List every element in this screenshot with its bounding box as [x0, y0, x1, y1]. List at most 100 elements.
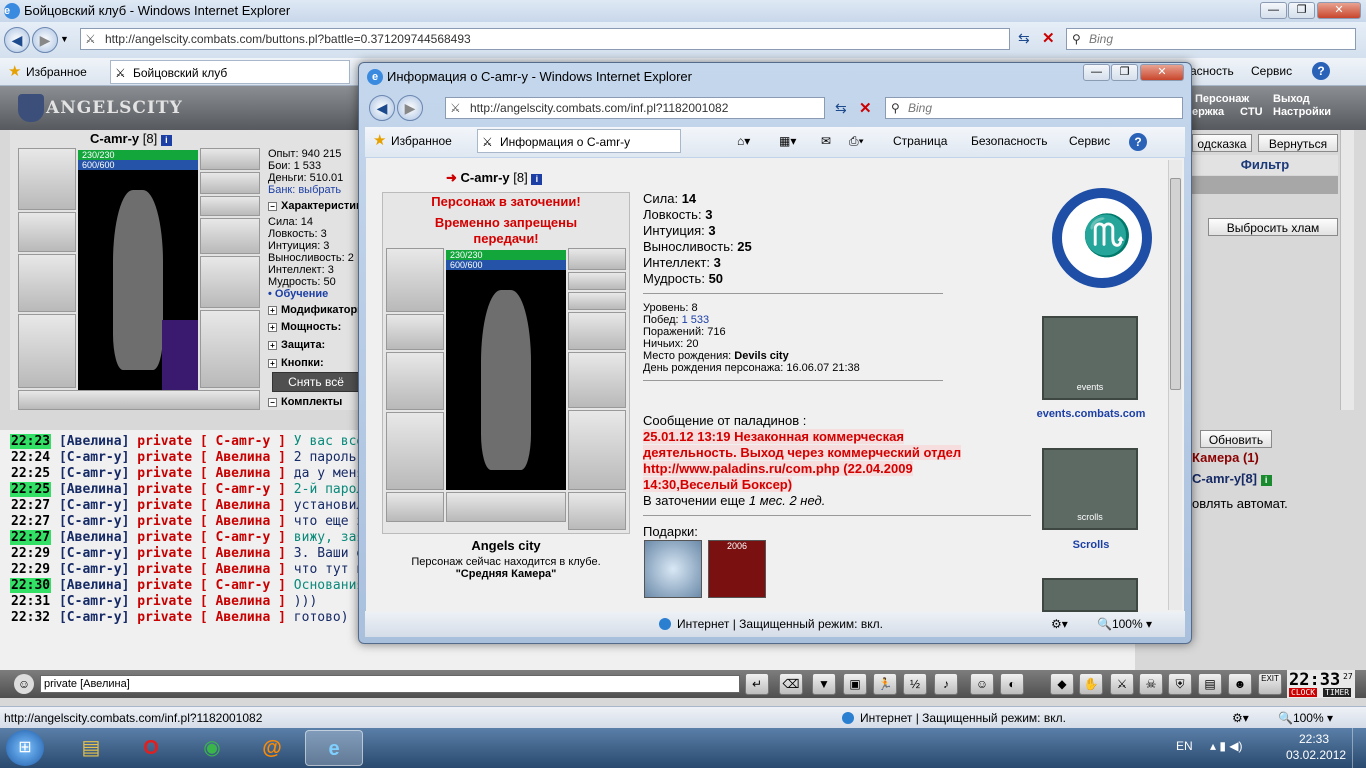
slot-shield[interactable]: [200, 256, 260, 308]
link-character[interactable]: Персонаж: [1195, 93, 1249, 105]
slot-helmet[interactable]: [386, 248, 444, 312]
chat-private-target[interactable]: private [ Авелина ]: [137, 562, 286, 577]
return-button[interactable]: Вернуться: [1258, 134, 1338, 152]
menu-page[interactable]: Страница: [893, 134, 947, 148]
chat-private-target[interactable]: private [ Авелина ]: [137, 514, 286, 529]
popup-search-input[interactable]: ⚲ Bing: [885, 97, 1183, 119]
chat-private-target[interactable]: private [ Авелина ]: [137, 546, 286, 561]
glove-icon[interactable]: ✋: [1079, 673, 1103, 695]
eraser-icon[interactable]: ⌫: [779, 673, 803, 695]
link-exit[interactable]: Выход: [1273, 93, 1310, 105]
music-icon[interactable]: ♪: [934, 673, 958, 695]
chat-private-target[interactable]: private [ Авелина ]: [137, 450, 286, 465]
section-sets[interactable]: − Комплекты: [268, 396, 342, 408]
chat-mode-icon[interactable]: ☺: [14, 674, 34, 694]
events-link[interactable]: events.combats.com: [1026, 408, 1156, 420]
mail-app-icon[interactable]: @: [243, 730, 301, 766]
home-icon[interactable]: ⌂▾: [737, 134, 750, 148]
slot-boots[interactable]: [568, 492, 626, 530]
chat-private-target[interactable]: private [ Авелина ]: [137, 498, 286, 513]
exit-icon[interactable]: EXIT: [1258, 673, 1282, 695]
opera-app-icon[interactable]: O: [122, 730, 180, 766]
gift-icon[interactable]: ▤: [1198, 673, 1222, 695]
slot-belt[interactable]: [386, 492, 444, 522]
slot-weapon[interactable]: [18, 254, 76, 312]
info-icon[interactable]: i: [160, 135, 172, 146]
friends-icon[interactable]: ☻: [1228, 673, 1252, 695]
menu-service[interactable]: Сервис: [1251, 64, 1292, 78]
chat-private-target[interactable]: private [ C-amr-y ]: [137, 578, 286, 593]
slot-armor[interactable]: [18, 314, 76, 388]
help-icon[interactable]: ?: [1129, 133, 1147, 151]
section-buttons[interactable]: + Кнопки:: [268, 357, 324, 369]
print-icon[interactable]: ⎙▾: [849, 134, 864, 149]
chat-private-target[interactable]: private [ C-amr-y ]: [137, 482, 286, 497]
paladin-msg3[interactable]: http://www.paladins.ru/com.php (22.04.20…: [643, 461, 913, 476]
popup-minimize-button[interactable]: —: [1083, 64, 1110, 81]
chat-sender[interactable]: [C-amr-y]: [59, 546, 129, 561]
back-button[interactable]: ◀: [4, 27, 30, 53]
chat-sender[interactable]: [Авелина]: [59, 482, 129, 497]
scrollbar[interactable]: [1340, 130, 1354, 410]
refresh-button[interactable]: Обновить: [1200, 430, 1272, 448]
slot-weapon[interactable]: [386, 352, 444, 410]
chat-private-target[interactable]: private [ C-amr-y ]: [137, 434, 286, 449]
drop-junk-button[interactable]: Выбросить хлам: [1208, 218, 1338, 236]
chat-private-target[interactable]: private [ Авелина ]: [137, 610, 286, 625]
menu-safety[interactable]: Безопасность: [971, 134, 1048, 148]
banner-icon[interactable]: [1042, 578, 1138, 612]
chat-sender[interactable]: [C-amr-y]: [59, 562, 129, 577]
room-user[interactable]: C-amr-y[8] i: [1192, 471, 1272, 486]
popup-zoom-level[interactable]: 🔍100% ▾: [1097, 611, 1152, 637]
minimize-button[interactable]: —: [1260, 2, 1287, 19]
section-defense[interactable]: + Защита:: [268, 339, 325, 351]
pet-icon[interactable]: [162, 320, 198, 390]
link-ctu[interactable]: CTU: [1240, 106, 1263, 118]
section-modifiers[interactable]: + Модификаторы: [268, 304, 367, 316]
rss-icon[interactable]: ▦▾: [779, 134, 796, 148]
slot-armor[interactable]: [386, 412, 444, 490]
slot-gloves[interactable]: [200, 218, 260, 254]
section-power[interactable]: + Мощность:: [268, 321, 341, 333]
url-input[interactable]: ⚔ http://angelscity.combats.com/buttons.…: [80, 28, 1010, 50]
slot-rings[interactable]: [568, 292, 626, 310]
history-dropdown-icon[interactable]: ▼: [60, 34, 69, 44]
slot-emblem[interactable]: [446, 492, 566, 522]
smile-icon[interactable]: ☺: [970, 673, 994, 695]
scroll-thumb[interactable]: [1170, 178, 1181, 390]
slot-gloves[interactable]: [568, 312, 626, 350]
popup-maximize-button[interactable]: ❐: [1111, 64, 1138, 81]
menu-service[interactable]: Сервис: [1069, 134, 1110, 148]
popup-url-input[interactable]: ⚔ http://angelscity.combats.com/inf.pl?1…: [445, 97, 825, 119]
slot-earrings[interactable]: [200, 148, 260, 170]
forward-button[interactable]: ▶: [32, 27, 58, 53]
maximize-button[interactable]: ❐: [1288, 2, 1315, 19]
chat-input[interactable]: [40, 675, 740, 693]
info-icon[interactable]: i: [1260, 475, 1272, 486]
slot-belt-row[interactable]: [18, 390, 260, 410]
explorer-app-icon[interactable]: ▤: [62, 730, 120, 766]
slot-helmet[interactable]: [18, 148, 76, 210]
popup-forward-button[interactable]: ▶: [397, 95, 423, 121]
chat-private-target[interactable]: private [ Авелина ]: [137, 594, 286, 609]
half-icon[interactable]: ½: [903, 673, 927, 695]
training-link[interactable]: • Обучение: [268, 288, 328, 300]
chat-sender[interactable]: [Авелина]: [59, 578, 129, 593]
search-input[interactable]: ⚲ Bing: [1066, 28, 1356, 50]
show-desktop-button[interactable]: [1352, 728, 1366, 768]
slot-rings[interactable]: [200, 196, 260, 216]
section-characteristics[interactable]: − Характеристики: [268, 200, 368, 212]
scorpion-emblem-icon[interactable]: ♏: [1052, 188, 1152, 288]
chat-sender[interactable]: [C-amr-y]: [59, 450, 129, 465]
scrolls-link[interactable]: Scrolls: [1026, 539, 1156, 551]
save-icon[interactable]: ▣: [843, 673, 867, 695]
walk-icon[interactable]: 🏃: [873, 673, 897, 695]
chat-sender[interactable]: [C-amr-y]: [59, 466, 129, 481]
popup-stop-icon[interactable]: ✕: [859, 99, 872, 117]
chat-sender[interactable]: [C-amr-y]: [59, 514, 129, 529]
clock-label[interactable]: CLOCK: [1289, 688, 1318, 697]
ie-app-icon[interactable]: e: [305, 730, 363, 766]
tab-fight-club[interactable]: ⚔ Бойцовский клуб: [110, 60, 350, 84]
security-icon[interactable]: ⚙▾: [1232, 707, 1249, 729]
popup-back-button[interactable]: ◀: [369, 95, 395, 121]
